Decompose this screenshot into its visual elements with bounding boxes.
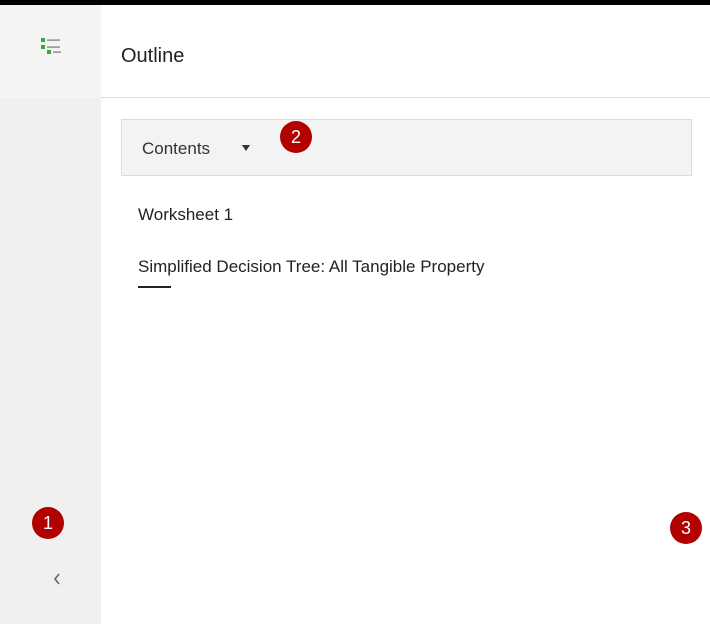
selected-item-indicator xyxy=(138,286,171,288)
collapse-panel-button[interactable] xyxy=(44,566,70,592)
toc-item-worksheet-1[interactable]: Worksheet 1 xyxy=(138,205,233,225)
contents-dropdown[interactable]: Contents xyxy=(121,119,692,176)
toc-item-decision-tree[interactable]: Simplified Decision Tree: All Tangible P… xyxy=(138,257,484,277)
chevron-left-icon xyxy=(53,573,60,585)
caret-down-icon xyxy=(242,145,250,151)
callout-badge-2: 2 xyxy=(280,121,312,153)
page-title: Outline xyxy=(121,45,185,67)
contents-dropdown-label: Contents xyxy=(142,139,211,158)
outline-list-icon[interactable] xyxy=(40,36,62,58)
callout-badge-1: 1 xyxy=(32,507,64,539)
outline-header: Outline xyxy=(101,5,710,98)
callout-badge-3: 3 xyxy=(670,512,702,544)
rail-header xyxy=(0,5,101,98)
